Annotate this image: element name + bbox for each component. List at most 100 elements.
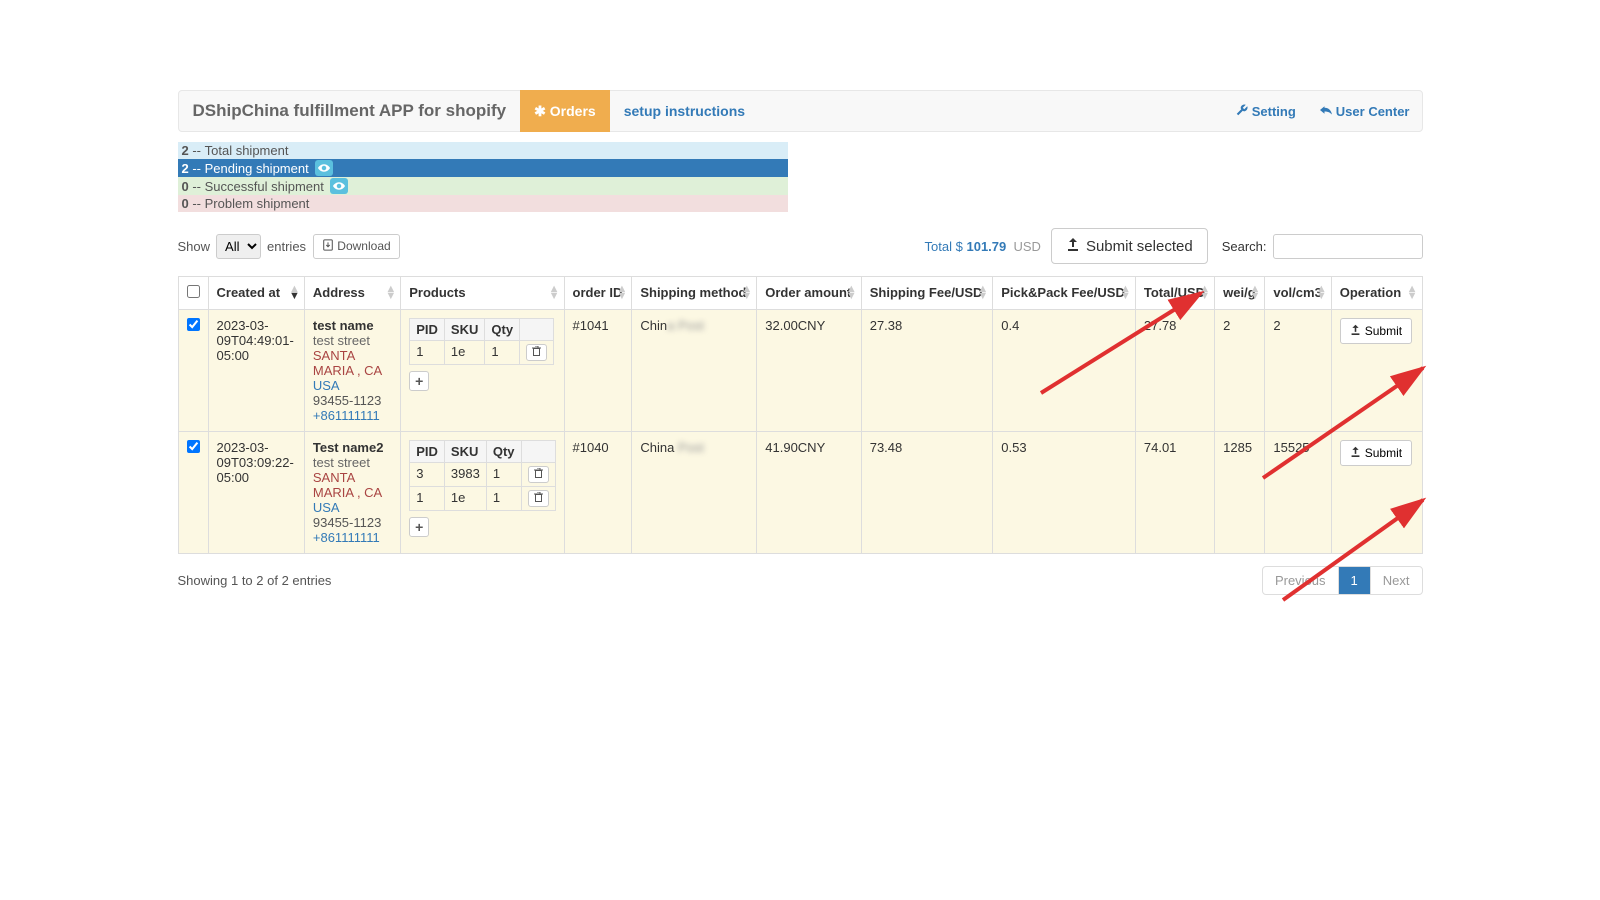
sort-icon: ▲▼	[385, 286, 396, 300]
select-all-checkbox[interactable]	[187, 285, 200, 298]
status-problem-count: 0	[182, 196, 189, 211]
snowflake-icon: ✱	[534, 103, 546, 120]
setting-link[interactable]: Setting	[1224, 90, 1308, 132]
status-success[interactable]: 0 -- Successful shipment	[178, 177, 788, 195]
sort-icon: ▲▼	[549, 286, 560, 300]
sort-icon: ▲▼	[1316, 286, 1327, 300]
status-total-count: 2	[182, 143, 189, 158]
cell-total: 74.01	[1135, 432, 1214, 554]
col-order-id[interactable]: order ID▲▼	[564, 277, 632, 310]
col-products[interactable]: Products▲▼	[401, 277, 564, 310]
col-pickpack-fee[interactable]: Pick&Pack Fee/USD▲▼	[993, 277, 1136, 310]
cell-shipping-fee: 73.48	[861, 432, 993, 554]
delete-product-button[interactable]	[526, 344, 547, 361]
pagination: Previous 1 Next	[1262, 566, 1423, 595]
status-pending-label: Pending shipment	[205, 161, 309, 176]
sort-icon: ▲▼	[1199, 286, 1210, 300]
orders-table: Created at▲▼ Address▲▼ Products▲▼ order …	[178, 276, 1423, 554]
page-1-button[interactable]: 1	[1339, 567, 1371, 594]
cell-address: test nametest streetSANTA MARIA , CAUSA9…	[304, 310, 400, 432]
submit-selected-label: Submit selected	[1086, 238, 1193, 255]
add-product-button[interactable]: +	[409, 517, 429, 537]
cell-operation: Submit	[1331, 310, 1422, 432]
next-button[interactable]: Next	[1371, 567, 1422, 594]
sort-icon: ▲▼	[1120, 286, 1131, 300]
cell-operation: Submit	[1331, 432, 1422, 554]
user-center-label: User Center	[1336, 104, 1410, 119]
cell-pickpack-fee: 0.53	[993, 432, 1136, 554]
nav-right: Setting User Center	[1224, 90, 1422, 132]
entries-select[interactable]: All	[216, 234, 261, 259]
cell-shipping-fee: 27.38	[861, 310, 993, 432]
previous-button[interactable]: Previous	[1263, 567, 1339, 594]
col-shipping-method[interactable]: Shipping method▲▼	[632, 277, 757, 310]
cell-vol: 2	[1265, 310, 1331, 432]
reply-icon	[1320, 104, 1332, 119]
upload-icon	[1350, 324, 1361, 338]
search-label: Search:	[1222, 239, 1267, 254]
status-pending[interactable]: 2 -- Pending shipment	[178, 159, 788, 177]
cell-shipping-method: China Post	[632, 432, 757, 554]
entries-info: Showing 1 to 2 of 2 entries	[178, 573, 332, 588]
sort-icon: ▲▼	[977, 286, 988, 300]
status-total: 2 -- Total shipment	[178, 142, 788, 159]
user-center-link[interactable]: User Center	[1308, 90, 1422, 132]
wrench-icon	[1236, 104, 1248, 119]
navbar: DShipChina fulfillment APP for shopify ✱…	[178, 90, 1423, 132]
submit-row-button[interactable]: Submit	[1340, 440, 1412, 466]
col-vol[interactable]: vol/cm3▲▼	[1265, 277, 1331, 310]
cell-order-amount: 41.90CNY	[757, 432, 861, 554]
entries-label: entries	[267, 239, 306, 254]
sort-icon: ▲▼	[1407, 286, 1418, 300]
sort-icon: ▲▼	[741, 286, 752, 300]
row-checkbox[interactable]	[187, 318, 200, 331]
cell-vol: 15525	[1265, 432, 1331, 554]
table-footer: Showing 1 to 2 of 2 entries Previous 1 N…	[178, 566, 1423, 595]
cell-created-at: 2023-03-09T04:49:01-05:00	[208, 310, 304, 432]
cell-pickpack-fee: 0.4	[993, 310, 1136, 432]
col-operation[interactable]: Operation▲▼	[1331, 277, 1422, 310]
upload-icon	[1350, 446, 1361, 460]
sort-icon: ▲▼	[846, 286, 857, 300]
sort-icon: ▲▼	[289, 286, 300, 300]
col-shipping-fee[interactable]: Shipping Fee/USD▲▼	[861, 277, 993, 310]
row-checkbox[interactable]	[187, 440, 200, 453]
col-total[interactable]: Total/USD▲▼	[1135, 277, 1214, 310]
eye-icon[interactable]	[315, 160, 333, 176]
download-button[interactable]: Download	[313, 234, 399, 259]
toolbar: Show All entries Download Total $ 101.79…	[178, 228, 1423, 264]
show-label: Show	[178, 239, 211, 254]
status-problem-label: Problem shipment	[205, 196, 310, 211]
cell-products: PIDSKUQty11e1 +	[401, 310, 564, 432]
app-title: DShipChina fulfillment APP for shopify	[179, 101, 521, 121]
total-summary: Total $ 101.79 USD	[925, 239, 1041, 254]
download-label: Download	[337, 239, 390, 253]
submit-selected-button[interactable]: Submit selected	[1051, 228, 1208, 264]
sort-icon: ▲▼	[1250, 286, 1261, 300]
cell-total: 27.78	[1135, 310, 1214, 432]
delete-product-button[interactable]	[528, 490, 549, 507]
submit-row-button[interactable]: Submit	[1340, 318, 1412, 344]
eye-icon[interactable]	[330, 178, 348, 194]
cell-created-at: 2023-03-09T03:09:22-05:00	[208, 432, 304, 554]
products-subtable: PIDSKUQty11e1	[409, 318, 554, 365]
col-order-amount[interactable]: Order amount▲▼	[757, 277, 861, 310]
tab-orders[interactable]: ✱ Orders	[520, 90, 610, 132]
cell-order-amount: 32.00CNY	[757, 310, 861, 432]
download-icon	[322, 239, 334, 254]
delete-product-button[interactable]	[528, 466, 549, 483]
cell-wei: 2	[1215, 310, 1265, 432]
product-row: 11e1	[410, 341, 554, 365]
table-row: 2023-03-09T03:09:22-05:00Test name2test …	[178, 432, 1422, 554]
table-row: 2023-03-09T04:49:01-05:00test nametest s…	[178, 310, 1422, 432]
status-success-label: Successful shipment	[205, 179, 324, 194]
add-product-button[interactable]: +	[409, 371, 429, 391]
col-address[interactable]: Address▲▼	[304, 277, 400, 310]
search-input[interactable]	[1273, 234, 1423, 259]
tab-setup-instructions[interactable]: setup instructions	[610, 90, 759, 132]
col-created-at[interactable]: Created at▲▼	[208, 277, 304, 310]
cell-address: Test name2test streetSANTA MARIA , CAUSA…	[304, 432, 400, 554]
col-wei[interactable]: wei/g▲▼	[1215, 277, 1265, 310]
cell-shipping-method: China Post	[632, 310, 757, 432]
product-row: 11e1	[410, 487, 555, 511]
